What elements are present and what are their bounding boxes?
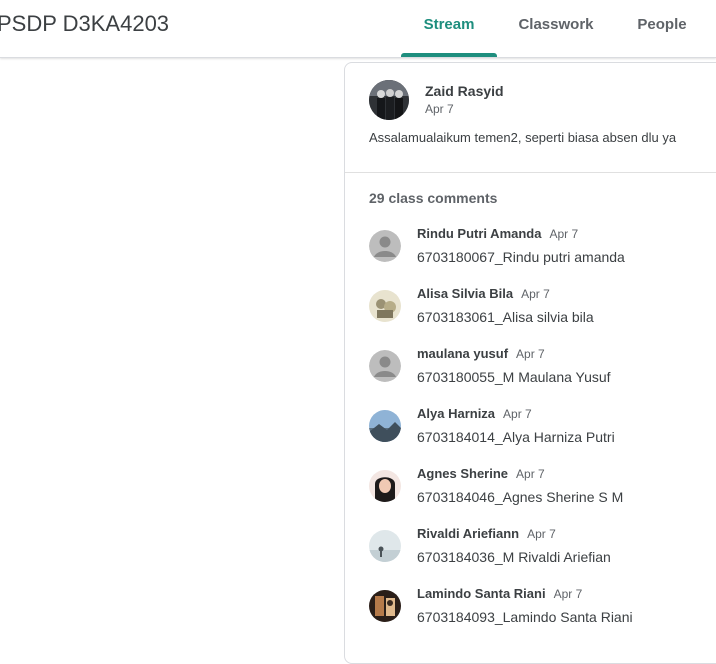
tab-stream-label: Stream: [423, 16, 475, 33]
post-body: Assalamualaikum temen2, seperti biasa ab…: [369, 130, 677, 145]
tab-classwork[interactable]: Classwork: [511, 0, 601, 57]
comment-date: Apr 7: [521, 287, 550, 301]
post-date: Apr 7: [425, 102, 454, 116]
comment-text: 6703184014_Alya Harniza Putri: [417, 429, 615, 445]
top-app-bar: PSDP D3KA4203 Stream Classwork People: [0, 0, 716, 58]
user-photo-icon[interactable]: [369, 290, 401, 322]
comment-item: Lamindo Santa Riani Apr 7 6703184093_Lami…: [369, 586, 716, 634]
comment-author: Rindu Putri Amanda Apr 7: [417, 226, 578, 241]
comment-date: Apr 7: [516, 467, 545, 481]
default-person-icon[interactable]: [369, 230, 401, 262]
tab-stream[interactable]: Stream: [401, 0, 497, 57]
comment-date: Apr 7: [527, 527, 556, 541]
comment-author: Alya Harniza Apr 7: [417, 406, 532, 421]
comment-item: Rivaldi Ariefiann Apr 7 6703184036_M Riva…: [369, 526, 716, 574]
post-author-name: Zaid Rasyid: [425, 83, 504, 99]
comment-item: maulana yusuf Apr 7 6703180055_M Maulana …: [369, 346, 716, 394]
comment-date: Apr 7: [503, 407, 532, 421]
comment-author: maulana yusuf Apr 7: [417, 346, 545, 361]
comment-author-name: Rindu Putri Amanda: [417, 226, 542, 241]
user-photo-icon[interactable]: [369, 410, 401, 442]
comment-text: 6703180055_M Maulana Yusuf: [417, 369, 611, 385]
comment-text: 6703184046_Agnes Sherine S M: [417, 489, 624, 505]
tab-people[interactable]: People: [628, 0, 696, 57]
divider: [345, 172, 716, 173]
comment-author: Agnes Sherine Apr 7: [417, 466, 545, 481]
comment-date: Apr 7: [553, 587, 583, 601]
comment-author-name: Lamindo Santa Riani: [417, 586, 546, 601]
course-title[interactable]: PSDP D3KA4203: [0, 11, 169, 37]
user-photo-icon[interactable]: [369, 590, 401, 622]
comment-item: Rindu Putri Amanda Apr 7 6703180067_Rindu…: [369, 226, 716, 274]
comment-text: 6703183061_Alisa silvia bila: [417, 309, 594, 325]
comment-author: Alisa Silvia Bila Apr 7: [417, 286, 550, 301]
comment-item: Alisa Silvia Bila Apr 7 6703183061_Alisa …: [369, 286, 716, 334]
comment-text: 6703184036_M Rivaldi Ariefian: [417, 549, 611, 565]
comment-author-name: Alya Harniza: [417, 406, 496, 421]
user-photo-icon[interactable]: [369, 470, 401, 502]
comment-item: Alya Harniza Apr 7 6703184014_Alya Harniz…: [369, 406, 716, 454]
comment-text: 6703180067_Rindu putri amanda: [417, 249, 625, 265]
comment-author: Lamindo Santa Riani Apr 7: [417, 586, 582, 601]
comment-author-name: Alisa Silvia Bila: [417, 286, 514, 301]
post-card: Zaid Rasyid Apr 7 Assalamualaikum temen2…: [344, 62, 716, 664]
comment-author-name: Rivaldi Ariefiann: [417, 526, 520, 541]
comment-author: Rivaldi Ariefiann Apr 7: [417, 526, 556, 541]
comment-text: 6703184093_Lamindo Santa Riani: [417, 609, 633, 625]
comment-author-name: maulana yusuf: [417, 346, 509, 361]
active-tab-indicator: [401, 53, 497, 57]
user-photo-icon[interactable]: [369, 530, 401, 562]
author-photo-icon: [369, 80, 409, 120]
comment-date: Apr 7: [549, 227, 579, 241]
comment-author-name: Agnes Sherine: [417, 466, 509, 481]
comment-date: Apr 7: [516, 347, 545, 361]
class-comments-toggle[interactable]: 29 class comments: [369, 190, 497, 206]
author-avatar[interactable]: [369, 80, 409, 120]
comment-item: Agnes Sherine Apr 7 6703184046_Agnes Sher…: [369, 466, 716, 514]
default-person-icon[interactable]: [369, 350, 401, 382]
tab-classwork-label: Classwork: [518, 16, 594, 33]
tab-people-label: People: [637, 16, 687, 33]
